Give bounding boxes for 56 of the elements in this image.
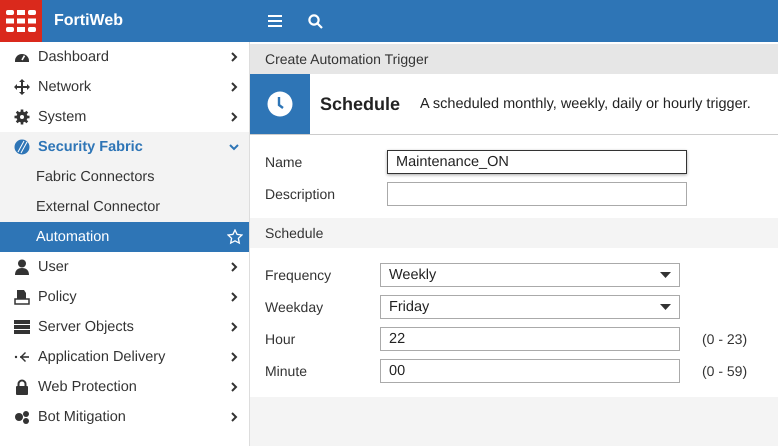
caret-down-icon — [660, 272, 671, 278]
chevron-right-icon — [229, 52, 239, 62]
sidebar-item[interactable]: Application Delivery — [0, 342, 249, 372]
chevron-right-icon — [229, 82, 239, 92]
range-hint: (0 - 23) — [702, 330, 748, 346]
sidebar-item[interactable]: Dashboard — [0, 42, 249, 72]
page-title: Create Automation Trigger — [265, 51, 428, 67]
field-label: Description — [265, 186, 336, 202]
grid-logo-icon — [6, 9, 36, 33]
sidebar-subitem[interactable]: External Connector — [0, 192, 249, 222]
text-field[interactable]: Maintenance_ON — [387, 150, 687, 174]
text-field[interactable] — [387, 182, 687, 206]
field-label: Weekday — [265, 298, 324, 314]
striped-circle-icon — [14, 139, 30, 155]
sidebar-item[interactable]: Security Fabric — [0, 132, 249, 162]
brand-name: FortiWeb — [54, 12, 124, 30]
sidebar-item[interactable]: Server Objects — [0, 312, 249, 342]
sidebar-item[interactable]: System — [0, 102, 249, 132]
arrow-icon — [14, 349, 30, 365]
field-label: Name — [265, 154, 304, 170]
text-field[interactable]: 00 — [380, 358, 680, 382]
sidebar-subitem[interactable]: Automation — [0, 222, 249, 252]
lock-icon — [14, 379, 30, 395]
sidebar-item[interactable]: Bot Mitigation — [0, 402, 249, 432]
sidebar-item[interactable]: Policy — [0, 282, 249, 312]
clock-icon — [267, 91, 293, 117]
menu-icon[interactable] — [268, 15, 282, 27]
text-field[interactable]: 22 — [380, 326, 680, 350]
chevron-right-icon — [229, 322, 239, 332]
trigger-title: Schedule — [320, 94, 400, 114]
chevron-down-icon — [229, 142, 239, 152]
chevron-right-icon — [229, 352, 239, 362]
search-icon[interactable] — [308, 14, 323, 28]
move-arrows-icon — [14, 79, 30, 95]
dropdown-field[interactable]: Weekly — [380, 262, 680, 286]
trigger-description: A scheduled monthly, weekly, daily or hourly trigger. — [420, 96, 751, 112]
field-label: Hour — [265, 330, 296, 346]
sidebar-subitem[interactable]: Fabric Connectors — [0, 162, 249, 192]
field-label: Frequency — [265, 266, 332, 282]
range-hint: (0 - 59) — [702, 362, 748, 378]
user-icon — [14, 259, 30, 275]
chevron-right-icon — [229, 292, 239, 302]
star-icon[interactable] — [227, 229, 243, 245]
gear-icon — [14, 109, 30, 125]
field-label: Minute — [265, 362, 308, 378]
section-title: Schedule — [265, 225, 324, 241]
chevron-right-icon — [229, 382, 239, 392]
server-icon — [14, 319, 30, 335]
sidebar-item[interactable]: User — [0, 252, 249, 282]
sidebar-item[interactable]: Web Protection — [0, 372, 249, 402]
chevron-right-icon — [229, 262, 239, 272]
caret-down-icon — [660, 304, 671, 310]
chevron-right-icon — [229, 412, 239, 422]
chevron-right-icon — [229, 112, 239, 122]
sidebar-item[interactable]: Network — [0, 72, 249, 102]
dropdown-field[interactable]: Friday — [380, 294, 680, 318]
